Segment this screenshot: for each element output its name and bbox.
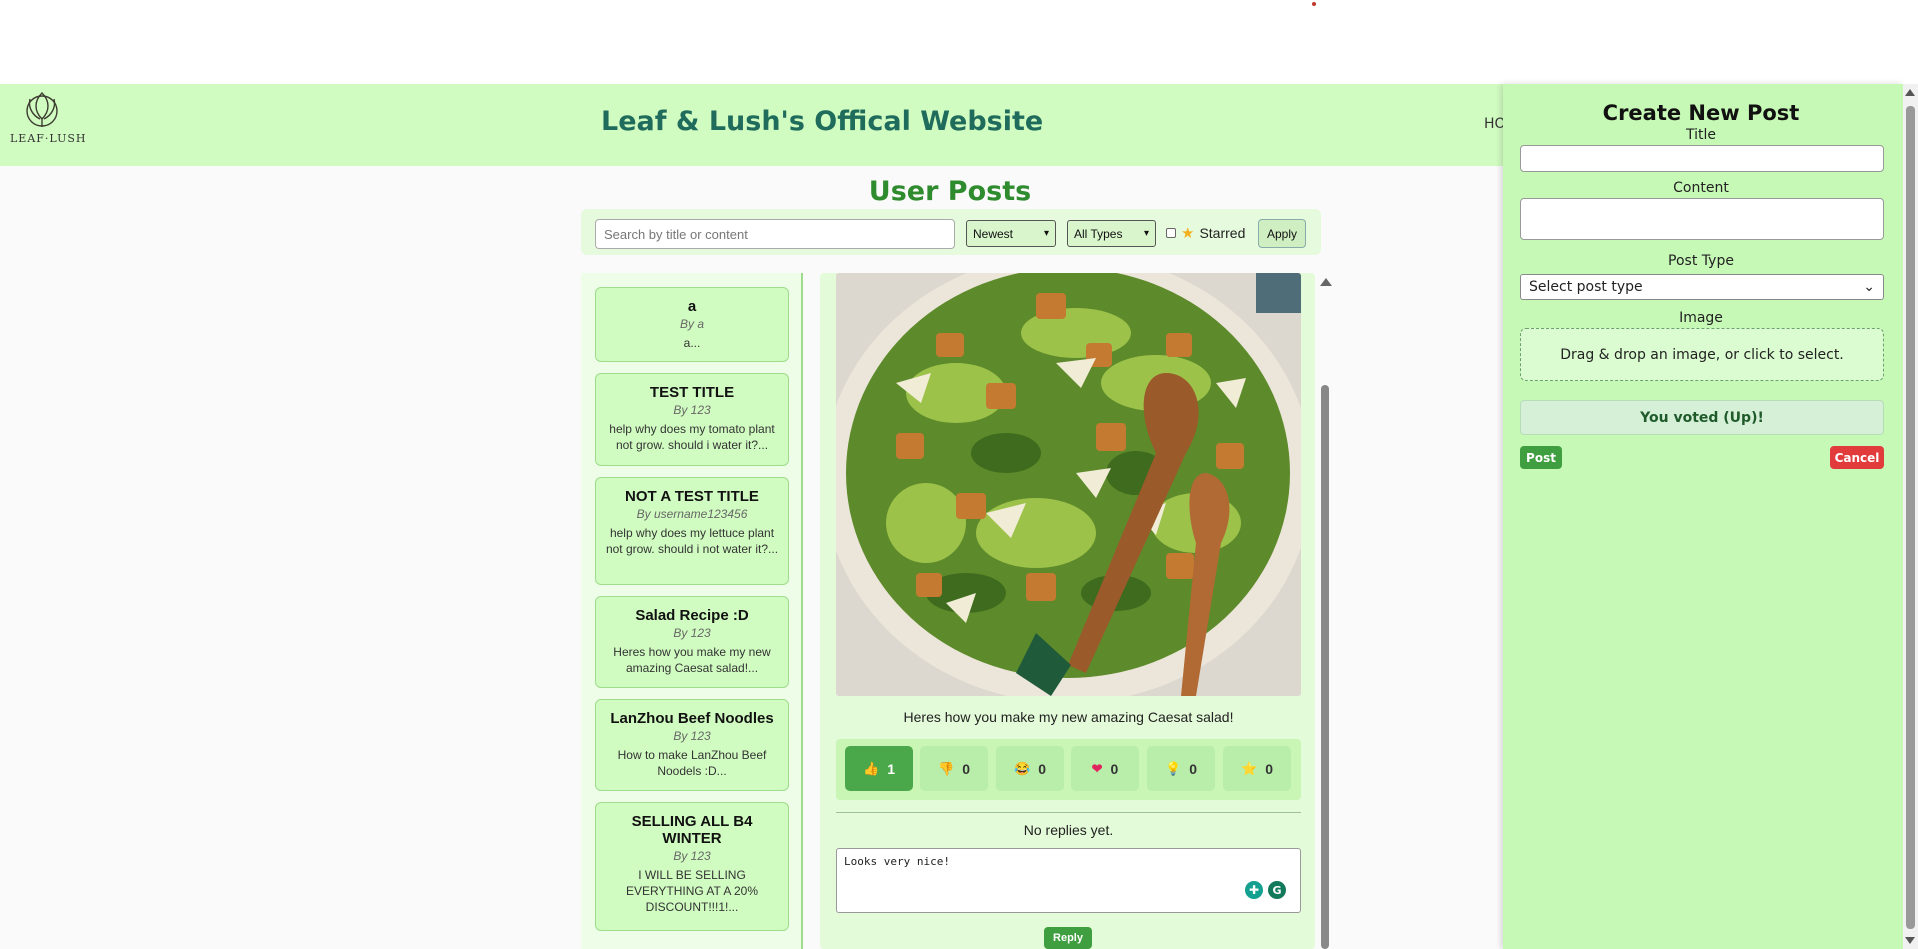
create-post-title: Create New Post xyxy=(1602,101,1800,125)
post-image xyxy=(836,273,1301,696)
post-card-title: Salad Recipe :D xyxy=(635,607,749,624)
assistant-bulb-icon[interactable]: ✚ xyxy=(1245,881,1263,899)
title-label: Title xyxy=(1685,127,1716,143)
post-card-author: By a xyxy=(679,317,704,331)
thumbs-up-icon: 👍 xyxy=(863,760,880,776)
post-card-excerpt: help why does my tomato plant not grow. … xyxy=(609,422,775,452)
title-field[interactable] xyxy=(1520,145,1884,172)
detail-scrollbar[interactable] xyxy=(1318,277,1332,949)
post-card[interactable]: Salad Recipe :D By 123 Heres how you mak… xyxy=(595,596,789,688)
reaction-laugh-button[interactable]: 😂 0 xyxy=(996,746,1064,791)
cancel-button[interactable]: Cancel xyxy=(1830,446,1884,469)
laugh-icon: 😂 xyxy=(1014,760,1031,776)
post-card-title: NOT A TEST TITLE xyxy=(625,488,759,505)
chevron-down-icon: ⌄ xyxy=(1863,279,1875,295)
post-card[interactable]: LanZhou Beef Noodles By 123 How to make … xyxy=(595,699,789,791)
post-card-author: By 123 xyxy=(673,729,711,743)
reaction-thumbs-up-button[interactable]: 👍 1 xyxy=(845,746,913,791)
scrollbar-thumb[interactable] xyxy=(1906,106,1915,929)
reaction-idea-button[interactable]: 💡 0 xyxy=(1147,746,1215,791)
reaction-count: 1 xyxy=(887,760,895,777)
starred-filter[interactable]: ★ Starred xyxy=(1166,224,1245,242)
content-label: Content xyxy=(1673,180,1729,196)
post-card-title: LanZhou Beef Noodles xyxy=(610,710,774,727)
post-card[interactable]: NOT A TEST TITLE By username123456 help … xyxy=(595,477,789,585)
logo-text: LEAF·LUSH xyxy=(10,132,87,145)
post-body-text: Heres how you make my new amazing Caesat… xyxy=(903,709,1234,725)
chevron-down-icon: ▾ xyxy=(1143,228,1149,239)
heart-icon: ❤ xyxy=(1091,760,1103,776)
cursor-dot xyxy=(1312,2,1316,6)
divider xyxy=(836,812,1301,813)
post-card-author: By 123 xyxy=(673,849,711,863)
post-card-author: By username123456 xyxy=(636,507,748,521)
type-filter-value: All Types xyxy=(1074,226,1123,241)
scroll-up-arrow-icon[interactable] xyxy=(1905,89,1915,96)
thumbs-down-icon: 👎 xyxy=(938,760,955,776)
reaction-count: 0 xyxy=(1265,760,1273,777)
post-card-excerpt: Heres how you make my new amazing Caesat… xyxy=(613,645,771,675)
post-card-excerpt: I WILL BE SELLING EVERYTHING AT A 20% DI… xyxy=(625,868,759,914)
reply-textarea[interactable]: Looks very nice! xyxy=(836,848,1301,913)
image-label: Image xyxy=(1679,310,1723,326)
scrollbar-thumb[interactable] xyxy=(1321,385,1329,949)
search-input[interactable] xyxy=(595,219,955,249)
star-icon: ★ xyxy=(1181,225,1195,242)
leaf-logo-icon xyxy=(26,92,58,127)
top-blank-area xyxy=(0,0,1918,84)
chevron-down-icon: ▾ xyxy=(1043,228,1049,239)
post-card-excerpt: a... xyxy=(683,336,701,350)
reaction-count: 0 xyxy=(962,760,970,777)
starred-checkbox[interactable] xyxy=(1166,228,1176,238)
reaction-count: 0 xyxy=(1038,760,1046,777)
post-card-author: By 123 xyxy=(673,626,711,640)
post-card-title: a xyxy=(687,298,697,315)
post-card-excerpt: help why does my lettuce plant not grow.… xyxy=(605,526,779,556)
post-card-title: TEST TITLE xyxy=(649,384,735,401)
vote-status-message: You voted (Up)! xyxy=(1520,400,1884,435)
reaction-star-button[interactable]: ⭐ 0 xyxy=(1223,746,1291,791)
sort-select-value: Newest xyxy=(973,226,1014,241)
lightbulb-icon: 💡 xyxy=(1165,760,1182,776)
site-logo[interactable]: LEAF·LUSH xyxy=(10,87,87,153)
post-card-author: By 123 xyxy=(673,403,711,417)
page-scrollbar[interactable] xyxy=(1903,84,1918,949)
post-card[interactable]: TEST TITLE By 123 help why does my tomat… xyxy=(595,373,789,466)
post-card-title: SELLING ALL B4 WINTER xyxy=(631,813,753,847)
post-card[interactable]: SELLING ALL B4 WINTER By 123 I WILL BE S… xyxy=(595,802,789,931)
reaction-heart-button[interactable]: ❤ 0 xyxy=(1071,746,1139,791)
starred-label: Starred xyxy=(1199,225,1246,241)
image-dropzone[interactable]: Drag & drop an image, or click to select… xyxy=(1520,328,1884,381)
post-card[interactable]: a By a a... xyxy=(595,287,789,362)
sort-select[interactable]: Newest ▾ xyxy=(966,220,1056,247)
site-title: Leaf & Lush's Offical Website xyxy=(601,106,1044,137)
no-replies-text: No replies yet. xyxy=(1023,822,1114,838)
apply-button[interactable]: Apply xyxy=(1258,219,1306,248)
post-button[interactable]: Post xyxy=(1520,446,1562,469)
scroll-up-arrow-icon[interactable] xyxy=(1320,278,1332,286)
reply-button[interactable]: Reply xyxy=(1044,927,1092,949)
reaction-count: 0 xyxy=(1189,760,1197,777)
salad-image xyxy=(836,273,1301,696)
post-type-select[interactable]: Select post type ⌄ xyxy=(1520,274,1884,300)
post-card-excerpt: How to make LanZhou Beef Noodels :D... xyxy=(617,748,767,778)
star-icon: ⭐ xyxy=(1241,760,1258,776)
grammarly-icon[interactable]: G xyxy=(1268,881,1286,899)
content-field[interactable] xyxy=(1520,198,1884,240)
reaction-thumbs-down-button[interactable]: 👎 0 xyxy=(920,746,988,791)
post-type-label: Post Type xyxy=(1668,253,1734,269)
reaction-count: 0 xyxy=(1110,760,1119,777)
type-filter-select[interactable]: All Types ▾ xyxy=(1067,220,1156,247)
post-type-value: Select post type xyxy=(1529,279,1643,295)
scroll-down-arrow-icon[interactable] xyxy=(1905,937,1915,944)
